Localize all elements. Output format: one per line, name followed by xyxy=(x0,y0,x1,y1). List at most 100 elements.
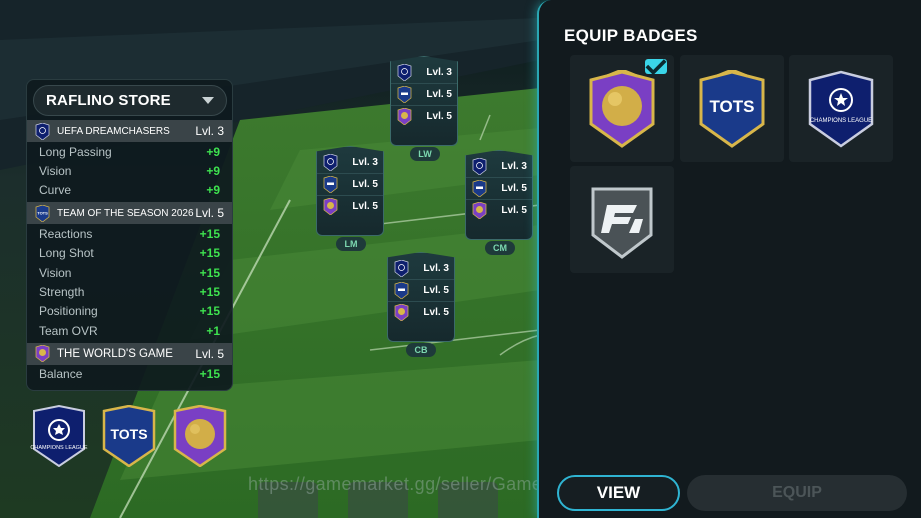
stat-name: Vision xyxy=(39,265,72,280)
player-card-lw[interactable]: Lvl. 3 Lvl. 5 Lvl. 5 xyxy=(390,56,458,146)
card-badge-level: Lvl. 5 xyxy=(426,111,452,122)
stat-row: Balance +15 xyxy=(27,365,232,384)
stat-row: Positioning +15 xyxy=(27,302,232,321)
card-badge-level: Lvl. 5 xyxy=(352,201,378,212)
stat-name: Strength xyxy=(39,285,85,300)
stat-name: Positioning xyxy=(39,304,98,319)
ucl-badge-icon[interactable]: CHAMPIONS LEAGUE xyxy=(30,405,88,467)
card-badge-row: Lvl. 5 xyxy=(391,105,457,127)
stat-row: Team OVR +1 xyxy=(27,321,232,340)
stat-name: Team OVR xyxy=(39,323,98,338)
card-badge-row: Lvl. 3 xyxy=(466,155,532,177)
selected-check-icon xyxy=(645,58,667,75)
fc-badge-icon xyxy=(591,187,653,259)
ucl-badge-icon: CHAMPIONS LEAGUE xyxy=(808,70,874,148)
badge-slot-worlds-game[interactable] xyxy=(570,55,674,162)
position-label-cb: CB xyxy=(406,343,436,357)
stat-name: Reactions xyxy=(39,226,93,241)
bottom-badge-label: TOTS xyxy=(110,426,147,442)
stat-row: Vision +15 xyxy=(27,263,232,282)
stat-value: +9 xyxy=(206,183,220,198)
stat-value: +9 xyxy=(206,164,220,179)
stat-name: Long Shot xyxy=(39,246,94,261)
badge-group-header: TOTS TEAM OF THE SEASON 2026 Lvl. 5 xyxy=(27,202,232,225)
stat-name: Curve xyxy=(39,183,72,198)
svg-text:TOTS: TOTS xyxy=(37,210,48,215)
card-badge-row: Lvl. 5 xyxy=(466,199,532,221)
stat-value: +1 xyxy=(206,323,220,338)
badge-group-header: UEFA DREAMCHASERS Lvl. 3 xyxy=(27,120,232,142)
worlds-game-badge-icon[interactable] xyxy=(171,405,229,467)
view-button[interactable]: VIEW xyxy=(557,475,680,511)
equip-badges-panel: EQUIP BADGES TOTS CHAMPIONS LEAGUE VIEW … xyxy=(537,0,921,518)
stat-value: +15 xyxy=(199,367,220,382)
stat-name: Balance xyxy=(39,367,83,382)
card-badge-level: Lvl. 3 xyxy=(423,262,449,274)
store-dropdown[interactable]: RAFLINO STORE xyxy=(33,85,227,116)
bottom-badge-label: CHAMPIONS LEAGUE xyxy=(30,445,87,451)
badge-group-name: THE WORLD'S GAME xyxy=(57,347,173,360)
position-label-cm: CM xyxy=(485,241,515,255)
stat-row: Curve +9 xyxy=(27,181,232,200)
position-label-lm: LM xyxy=(336,237,366,251)
worlds-game-badge-icon xyxy=(397,108,412,125)
worlds-game-badge-icon xyxy=(323,198,338,215)
tots-badge-icon[interactable]: TOTS xyxy=(100,405,158,467)
card-badge-level: Lvl. 5 xyxy=(423,307,449,318)
player-card-lm[interactable]: Lvl. 3 Lvl. 5 Lvl. 5 xyxy=(316,146,384,236)
tots-badge-icon: TOTS xyxy=(35,204,50,222)
badge-label: CHAMPIONS LEAGUE xyxy=(810,118,872,124)
worlds-game-badge-icon xyxy=(394,304,409,321)
card-badge-level: Lvl. 3 xyxy=(501,160,527,172)
stat-value: +15 xyxy=(199,304,220,319)
panel-title: EQUIP BADGES xyxy=(564,26,698,45)
card-badge-row: Lvl. 5 xyxy=(391,83,457,105)
card-badge-row: Lvl. 3 xyxy=(388,257,454,279)
card-badge-level: Lvl. 3 xyxy=(352,156,378,168)
equip-button[interactable]: EQUIP xyxy=(687,475,907,511)
tots-badge-icon xyxy=(472,180,487,197)
badge-slot-fc[interactable] xyxy=(570,166,674,273)
badge-slot-tots[interactable]: TOTS xyxy=(680,55,784,162)
card-badge-level: Lvl. 5 xyxy=(501,205,527,216)
card-badge-row: Lvl. 5 xyxy=(317,195,383,217)
card-badge-row: Lvl. 5 xyxy=(466,177,532,199)
card-badge-level: Lvl. 5 xyxy=(501,183,527,194)
worlds-game-badge-icon xyxy=(472,202,487,219)
badge-slot-ucl[interactable]: CHAMPIONS LEAGUE xyxy=(789,55,893,162)
stat-row: Long Passing +9 xyxy=(27,142,232,161)
position-label-lw: LW xyxy=(410,147,440,161)
stat-name: Vision xyxy=(39,164,72,179)
chevron-down-icon xyxy=(202,97,214,104)
ucl-badge-icon xyxy=(472,157,487,175)
stat-value: +15 xyxy=(199,226,220,241)
stat-row: Reactions +15 xyxy=(27,224,232,243)
ucl-badge-icon xyxy=(35,122,50,140)
badge-group-name: UEFA DREAMCHASERS xyxy=(57,125,170,137)
card-badge-row: Lvl. 5 xyxy=(388,301,454,323)
store-title: RAFLINO STORE xyxy=(46,92,171,109)
player-card-cm[interactable]: Lvl. 3 Lvl. 5 Lvl. 5 xyxy=(465,150,533,240)
ucl-badge-icon xyxy=(323,153,338,171)
player-card-cb[interactable]: Lvl. 3 Lvl. 5 Lvl. 5 xyxy=(387,252,455,342)
tots-badge-icon xyxy=(323,176,338,193)
card-badge-level: Lvl. 3 xyxy=(426,66,452,78)
card-badge-level: Lvl. 5 xyxy=(426,89,452,100)
card-badge-row: Lvl. 5 xyxy=(388,279,454,301)
stat-row: Long Shot +15 xyxy=(27,244,232,263)
card-badge-row: Lvl. 3 xyxy=(317,151,383,173)
card-badge-row: Lvl. 3 xyxy=(391,61,457,83)
ucl-badge-icon xyxy=(394,259,409,277)
badge-group-header: THE WORLD'S GAME Lvl. 5 xyxy=(27,342,232,365)
stat-row: Vision +9 xyxy=(27,161,232,180)
tots-badge-icon xyxy=(397,86,412,103)
stat-value: +9 xyxy=(206,144,220,159)
card-badge-row: Lvl. 5 xyxy=(317,173,383,195)
stat-value: +15 xyxy=(199,246,220,261)
stat-value: +15 xyxy=(199,285,220,300)
stat-value: +15 xyxy=(199,265,220,280)
badge-label: TOTS xyxy=(709,97,754,116)
stat-name: Long Passing xyxy=(39,144,112,159)
badge-group-level: Lvl. 3 xyxy=(195,124,224,138)
badge-group-level: Lvl. 5 xyxy=(195,206,224,221)
